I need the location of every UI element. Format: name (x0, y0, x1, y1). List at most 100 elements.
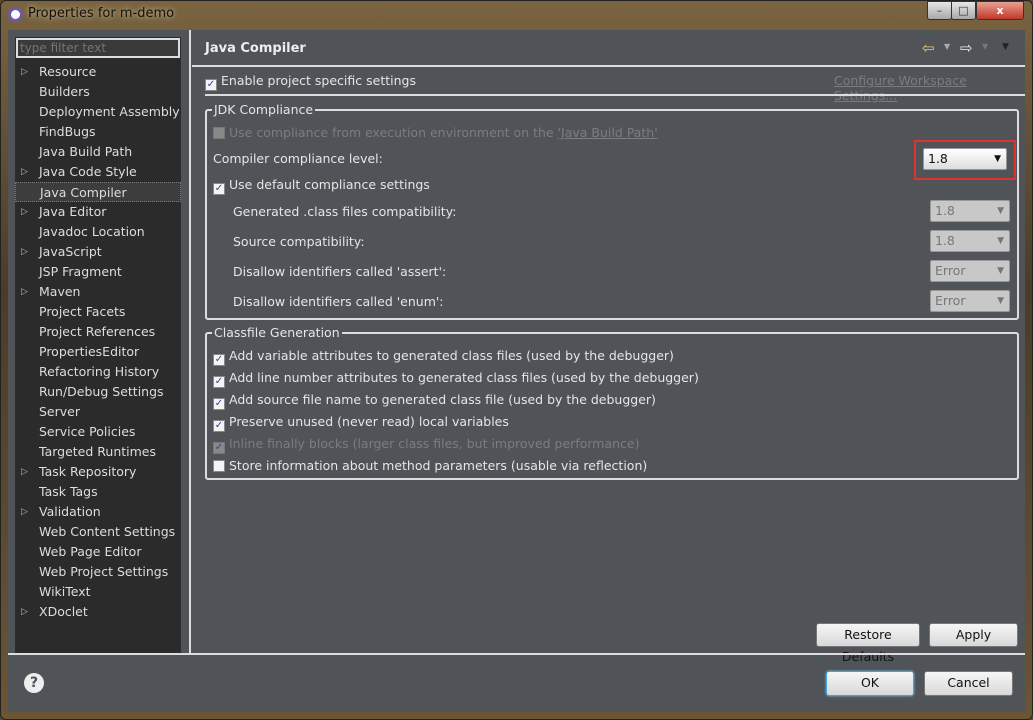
classfile-generation-group: Classfile Generation ✓ Add variable attri… (205, 325, 1019, 480)
tree-item[interactable]: Java Build Path (15, 142, 181, 162)
tree-item-label: Targeted Runtimes (39, 444, 156, 459)
classfile-option-checkbox[interactable]: ✓ Add variable attributes to generated cl… (213, 348, 674, 366)
expand-arrow-icon[interactable]: ▷ (21, 602, 28, 622)
compliance-level-label: Compiler compliance level: (213, 151, 383, 166)
checkbox-checked-icon: ✓ (213, 183, 225, 195)
tree-item[interactable]: Javadoc Location (15, 222, 181, 242)
tree-item-label: Java Build Path (39, 144, 133, 159)
chevron-down-icon: ▼ (997, 206, 1004, 216)
tree-item-label: Refactoring History (39, 364, 160, 379)
enable-specific-checkbox[interactable]: ✓ Enable project specific settings (205, 73, 416, 91)
tree-item[interactable]: ▷ Maven (15, 282, 181, 302)
tree-item[interactable]: Targeted Runtimes (15, 442, 181, 462)
compliance-row-select: Error ▼ (930, 290, 1010, 312)
tree-item-label: Deployment Assembly (39, 104, 180, 119)
tree-item[interactable]: JSP Fragment (15, 262, 181, 282)
compliance-row-select: Error ▼ (930, 260, 1010, 282)
restore-defaults-button[interactable]: Restore Defaults (816, 623, 920, 664)
tree-item[interactable]: Service Policies (15, 422, 181, 442)
checkbox-checked-icon: ✓ (213, 376, 225, 388)
tree-item-label: Server (39, 404, 80, 419)
eclipse-app-icon (8, 7, 23, 22)
tree-item-label: Builders (39, 84, 90, 99)
use-default-checkbox[interactable]: ✓ Use default compliance settings (213, 177, 430, 195)
tree-item[interactable]: ▷ JavaScript (15, 242, 181, 262)
tree-item-label: Java Editor (39, 204, 107, 219)
tree-item[interactable]: Java Compiler (15, 182, 181, 202)
help-icon[interactable]: ? (24, 673, 44, 693)
tree-item[interactable]: Server (15, 402, 181, 422)
tree-item[interactable]: ▷ Java Code Style (15, 162, 181, 182)
expand-arrow-icon[interactable]: ▷ (21, 62, 28, 82)
tree-item-label: Task Tags (39, 484, 98, 499)
java-build-path-link: 'Java Build Path' (557, 125, 658, 140)
tree-item[interactable]: Web Content Settings (15, 522, 181, 542)
ok-button[interactable]: OK (826, 671, 914, 696)
use-ee-checkbox: Use compliance from execution environmen… (213, 125, 658, 140)
tree-item[interactable]: PropertiesEditor (15, 342, 181, 362)
tree-item[interactable]: Web Page Editor (15, 542, 181, 562)
back-arrow-icon[interactable]: ⇦ (922, 39, 935, 57)
tree-item-label: Web Project Settings (39, 564, 169, 579)
classfile-option-checkbox[interactable]: ✓ Add line number attributes to generated… (213, 370, 699, 388)
tree-item[interactable]: Run/Debug Settings (15, 382, 181, 402)
compliance-row-label: Source compatibility: (233, 234, 365, 249)
compliance-row-label: Disallow identifiers called 'assert': (233, 264, 447, 279)
expand-arrow-icon[interactable]: ▷ (21, 162, 28, 182)
expand-arrow-icon[interactable]: ▷ (21, 242, 28, 262)
classfile-option-checkbox[interactable]: Store information about method parameter… (213, 458, 647, 473)
tree-item[interactable]: Web Project Settings (15, 562, 181, 582)
tree-item[interactable]: Project Facets (15, 302, 181, 322)
page-tree: ▷ Resource Builders Deployment Assembly Find… (15, 37, 181, 653)
tree-item[interactable]: WikiText (15, 582, 181, 602)
compliance-row-label: Generated .class files compatibility: (233, 204, 457, 219)
compliance-row-label: Disallow identifiers called 'enum': (233, 294, 444, 309)
checkbox-checked-icon: ✓ (213, 398, 225, 410)
apply-button[interactable]: Apply (929, 623, 1018, 647)
tree-item-label: Javadoc Location (39, 224, 145, 239)
tree-item[interactable]: ▷ Validation (15, 502, 181, 522)
compliance-row-select: 1.8 ▼ (930, 200, 1010, 222)
sash[interactable] (189, 30, 191, 653)
classfile-option-checkbox[interactable]: ✓ Add source file name to generated class… (213, 392, 656, 410)
expand-arrow-icon[interactable]: ▷ (21, 282, 28, 302)
tree-item-label: Service Policies (39, 424, 136, 439)
filter-input[interactable] (16, 38, 180, 58)
expand-arrow-icon[interactable]: ▷ (21, 462, 28, 482)
forward-history-dropdown-icon[interactable]: ▼ (982, 42, 988, 51)
page-title: Java Compiler (205, 41, 306, 56)
tree-item[interactable]: Deployment Assembly (15, 102, 181, 122)
tree-item[interactable]: ▷ Java Editor (15, 202, 181, 222)
tree-item[interactable]: Builders (15, 82, 181, 102)
jdk-compliance-group: JDK Compliance Use compliance from execu… (205, 102, 1019, 320)
dialog-client: ▷ Resource Builders Deployment Assembly Find… (8, 30, 1025, 712)
group-title: Classfile Generation (212, 325, 342, 340)
expand-arrow-icon[interactable]: ▷ (21, 202, 28, 222)
window-title: Properties for m-demo (28, 6, 175, 21)
forward-arrow-icon[interactable]: ⇨ (960, 39, 973, 57)
tree-item-label: JavaScript (39, 244, 102, 259)
classfile-option-checkbox[interactable]: ✓ Preserve unused (never read) local vari… (213, 414, 509, 432)
checkbox-unchecked-icon (213, 127, 225, 139)
chevron-down-icon: ▼ (997, 266, 1004, 276)
checkbox-checked-icon: ✓ (213, 354, 225, 366)
tree-item-label: FindBugs (39, 124, 96, 139)
tree-item[interactable]: ▷ Resource (15, 62, 181, 82)
tree-item-label: PropertiesEditor (39, 344, 140, 359)
expand-arrow-icon[interactable]: ▷ (21, 502, 28, 522)
tree-item[interactable]: ▷ Task Repository (15, 462, 181, 482)
back-history-dropdown-icon[interactable]: ▼ (944, 42, 950, 51)
minimize-button[interactable]: – (927, 1, 952, 20)
tree-item[interactable]: Refactoring History (15, 362, 181, 382)
view-menu-icon[interactable]: ▼ (1002, 42, 1009, 52)
tree-item[interactable]: ▷ XDoclet (15, 602, 181, 622)
configure-workspace-link[interactable]: Configure Workspace Settings... (834, 73, 1025, 103)
tree-item-label: Java Compiler (40, 185, 127, 200)
tree-item[interactable]: Task Tags (15, 482, 181, 502)
tree-item[interactable]: FindBugs (15, 122, 181, 142)
cancel-button[interactable]: Cancel (924, 671, 1013, 696)
close-button[interactable]: x (976, 1, 1024, 20)
tree-item[interactable]: Project References (15, 322, 181, 342)
maximize-button[interactable]: □ (951, 1, 976, 20)
compliance-level-select[interactable]: 1.8 ▼ (923, 148, 1007, 170)
